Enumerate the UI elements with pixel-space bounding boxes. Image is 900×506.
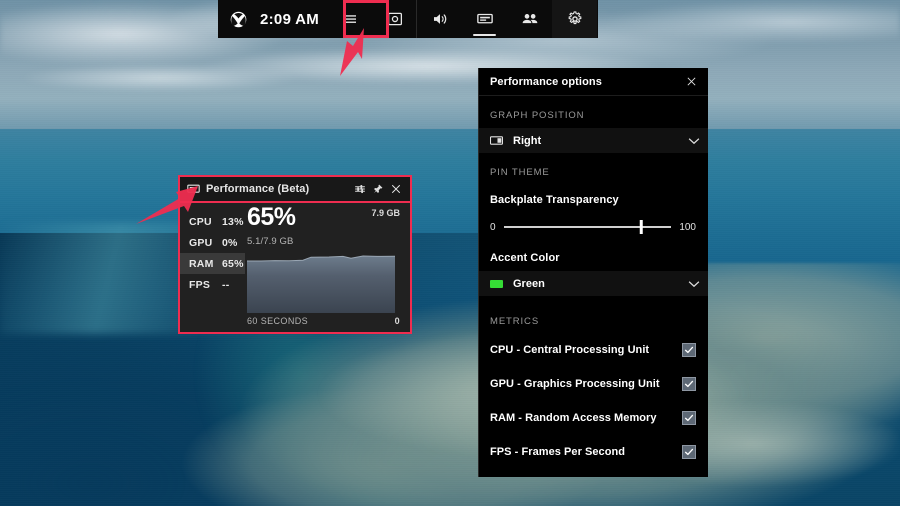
slider-min-label: 0 (490, 222, 496, 233)
sliders-icon (354, 183, 366, 195)
accent-color-swatch (490, 280, 506, 288)
performance-metric-list: CPU 13% GPU 0% RAM 65% FPS -- (180, 201, 245, 332)
xbox-logo-icon[interactable] (218, 11, 258, 28)
close-button[interactable] (387, 179, 405, 199)
close-icon (390, 183, 402, 195)
metrics-checkbox-label: GPU - Graphics Processing Unit (490, 378, 682, 390)
gamebar-button-widget-menu[interactable] (327, 0, 372, 38)
metrics-checkbox-label: FPS - Frames Per Second (490, 446, 682, 458)
check-icon (684, 447, 694, 457)
metrics-checkbox-row[interactable]: RAM - Random Access Memory (479, 406, 708, 430)
xbox-game-bar-toolbar: 2:09 AM (218, 0, 598, 38)
graph-y-axis-min: 0 (395, 316, 400, 326)
accent-color-dropdown[interactable]: Green (479, 271, 708, 296)
check-icon (684, 413, 694, 423)
checkbox[interactable] (682, 445, 696, 459)
check-icon (684, 345, 694, 355)
gamebar-button-audio[interactable] (417, 0, 462, 38)
check-icon (684, 379, 694, 389)
monitor-icon (187, 184, 200, 195)
performance-options-panel: Performance options GRAPH POSITION Right… (478, 68, 708, 477)
close-icon (686, 76, 697, 87)
performance-widget: Performance (Beta) (180, 177, 410, 332)
speaker-icon (431, 10, 449, 28)
monitor-icon (476, 10, 494, 28)
performance-metric-row-ram[interactable]: RAM 65% (180, 253, 245, 274)
pin-theme-section-label: PIN THEME (479, 153, 708, 185)
graph-position-section-label: GRAPH POSITION (479, 96, 708, 128)
chevron-down-icon (688, 275, 700, 293)
graph-axis-labels: 60 SECONDS 0 (247, 316, 400, 326)
graph-position-value: Right (513, 135, 688, 147)
desktop-wallpaper (0, 0, 900, 506)
pin-icon (372, 183, 384, 195)
gamebar-button-capture[interactable] (372, 0, 417, 38)
metrics-section-label: METRICS (479, 296, 708, 334)
options-panel-header: Performance options (479, 68, 708, 96)
metrics-checkbox-list: CPU - Central Processing Unit GPU - Graph… (479, 338, 708, 464)
options-panel-title: Performance options (490, 76, 680, 88)
desktop-screenshot: 2:09 AM (0, 0, 900, 506)
graph-position-icon (490, 136, 506, 145)
performance-widget-titlebar: Performance (Beta) (180, 177, 410, 201)
slider-max-label: 100 (679, 222, 696, 233)
metric-value: -- (222, 279, 229, 291)
hamburger-menu-icon (341, 10, 359, 28)
metrics-checkbox-label: CPU - Central Processing Unit (490, 344, 682, 356)
metric-name: GPU (189, 237, 215, 249)
chevron-down-icon (688, 132, 700, 150)
metric-name: FPS (189, 279, 215, 291)
slider-track-line (504, 226, 672, 228)
graph-subtitle-value: 5.1/7.9 GB (247, 236, 400, 247)
metric-name: CPU (189, 216, 215, 228)
backplate-transparency-label: Backplate Transparency (479, 185, 708, 206)
capture-icon (386, 10, 404, 28)
backplate-transparency-slider[interactable] (504, 220, 672, 234)
gamebar-button-performance[interactable] (462, 0, 507, 38)
performance-widget-body: CPU 13% GPU 0% RAM 65% FPS -- 7.9 GB 65% 5.1/7.… (180, 201, 410, 332)
metric-name: RAM (189, 258, 215, 270)
options-panel-close-button[interactable] (680, 71, 702, 93)
clock-time: 2:09 AM (258, 11, 327, 28)
checkbox[interactable] (682, 377, 696, 391)
graph-x-axis-label: 60 SECONDS (247, 316, 308, 326)
metric-value: 0% (222, 237, 238, 249)
checkbox[interactable] (682, 411, 696, 425)
slider-thumb[interactable] (640, 220, 643, 234)
ram-usage-area-chart (247, 251, 395, 313)
checkbox[interactable] (682, 343, 696, 357)
metrics-checkbox-row[interactable]: CPU - Central Processing Unit (479, 338, 708, 362)
metric-value: 65% (222, 258, 244, 270)
metric-value: 13% (222, 216, 244, 228)
gear-icon (566, 10, 584, 28)
accent-color-label: Accent Color (479, 234, 708, 264)
performance-metric-row-gpu[interactable]: GPU 0% (180, 232, 245, 253)
graph-position-dropdown[interactable]: Right (479, 128, 708, 153)
people-icon (521, 10, 539, 28)
performance-widget-title: Performance (Beta) (206, 183, 351, 195)
metrics-checkbox-row[interactable]: GPU - Graphics Processing Unit (479, 372, 708, 396)
gamebar-button-xbox-social[interactable] (507, 0, 552, 38)
graph-max-value: 7.9 GB (371, 208, 400, 218)
accent-color-value: Green (513, 278, 688, 290)
gamebar-button-settings[interactable] (552, 0, 597, 38)
performance-metric-row-fps[interactable]: FPS -- (180, 274, 245, 295)
performance-graph-area: 7.9 GB 65% 5.1/7.9 GB (245, 201, 410, 332)
metrics-checkbox-label: RAM - Random Access Memory (490, 412, 682, 424)
metrics-checkbox-row[interactable]: FPS - Frames Per Second (479, 440, 708, 464)
pin-button[interactable] (369, 179, 387, 199)
backplate-transparency-slider-row: 0 100 (479, 206, 708, 234)
performance-metric-row-cpu[interactable]: CPU 13% (180, 211, 245, 232)
performance-options-button[interactable] (351, 179, 369, 199)
